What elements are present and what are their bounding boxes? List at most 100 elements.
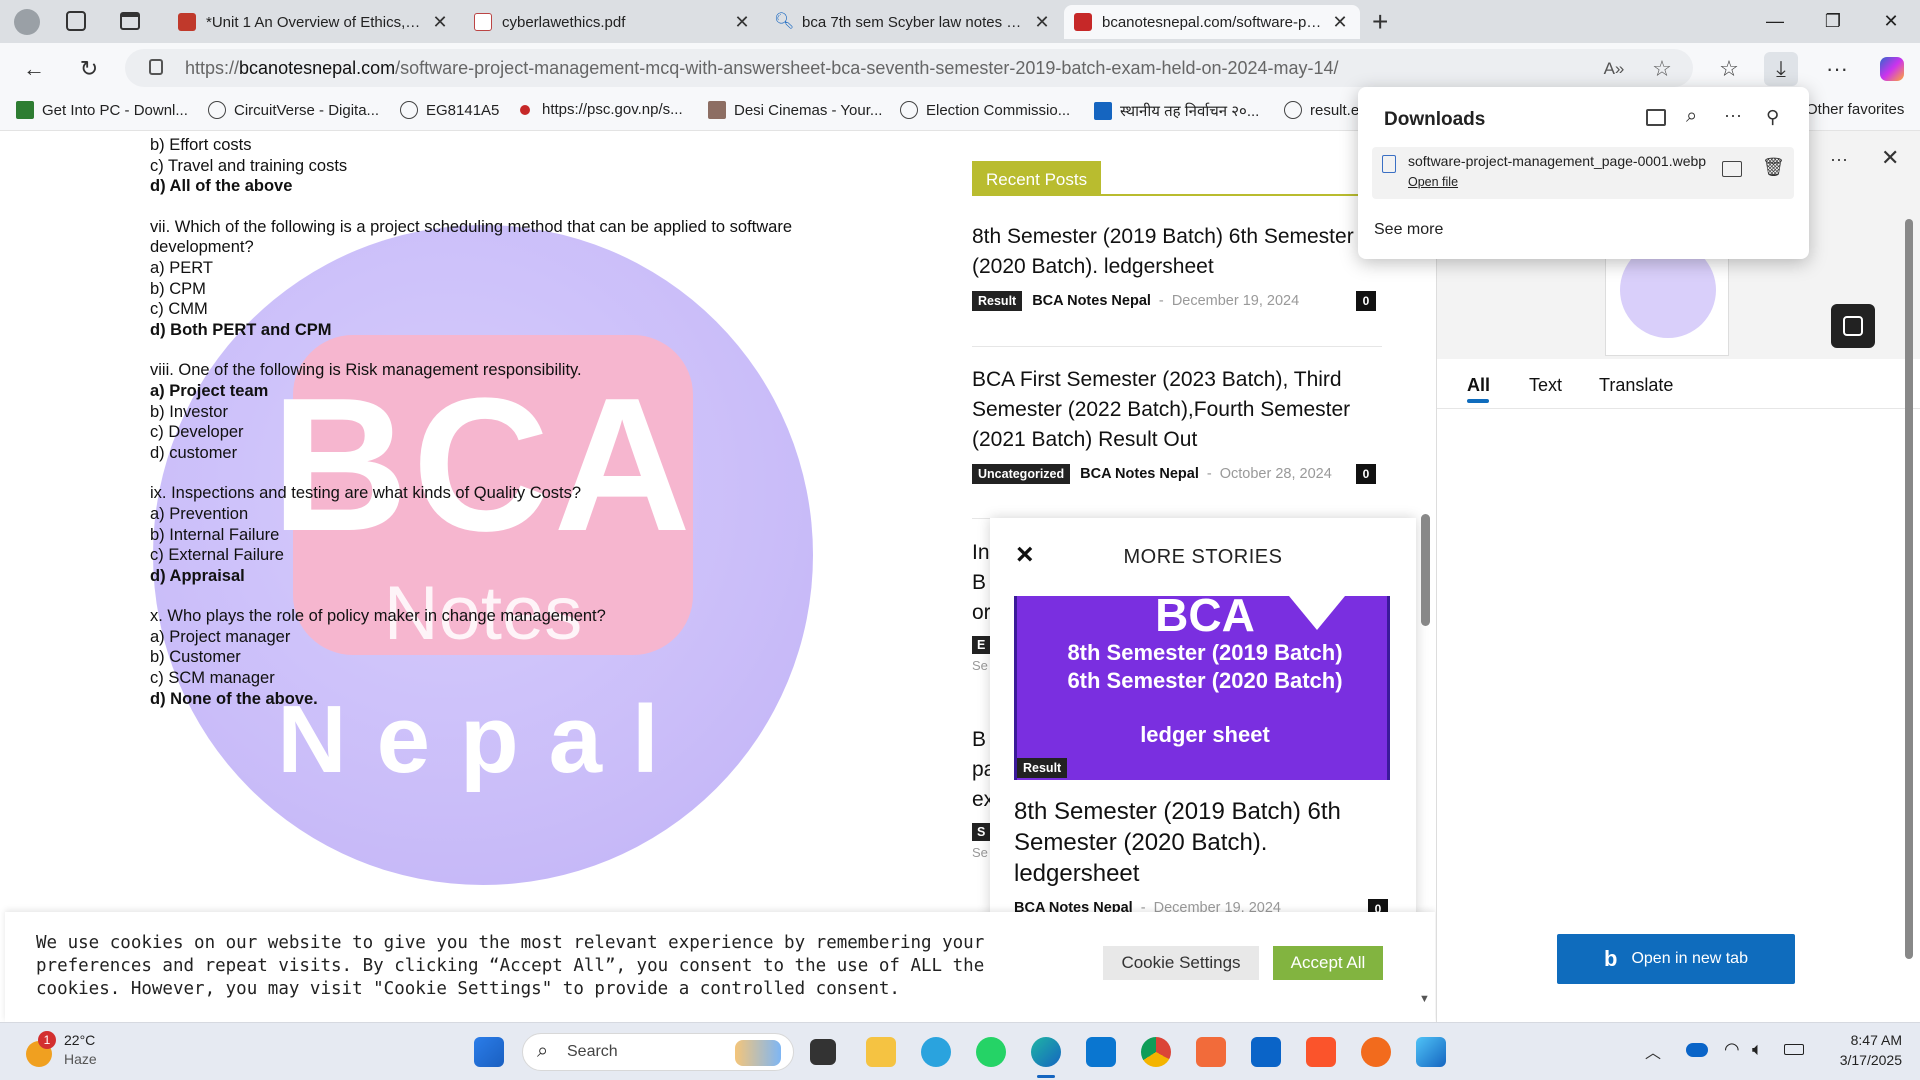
delete-icon[interactable]: 🗑︎ xyxy=(1762,157,1785,178)
file-explorer-icon[interactable] xyxy=(866,1037,896,1067)
story-thumbnail[interactable]: BCA 8th Semester (2019 Batch) 6th Semest… xyxy=(1014,596,1390,780)
show-in-folder-icon[interactable] xyxy=(1722,161,1742,177)
tab-bing-search[interactable]: 🔍︎ bca 7th sem Scyber law notes - Se ✕ xyxy=(764,5,1062,39)
close-tab-icon[interactable]: ✕ xyxy=(430,12,450,33)
refresh-button[interactable]: ↻ xyxy=(72,52,106,86)
favorite-nirvachan[interactable]: स्थानीय तह निर्वाचन २०... xyxy=(1094,101,1259,121)
close-tab-icon[interactable]: ✕ xyxy=(1032,12,1052,33)
see-more-link[interactable]: See more xyxy=(1374,221,1443,239)
back-button[interactable]: ← xyxy=(17,52,51,86)
outlook-icon[interactable] xyxy=(1251,1037,1281,1067)
close-tab-icon[interactable]: ✕ xyxy=(1330,12,1350,33)
category-badge[interactable]: Result xyxy=(1017,758,1068,778)
favorite-desicinemas[interactable]: Desi Cinemas - Your... xyxy=(708,101,882,119)
chevron-up-icon[interactable]: ︿ xyxy=(1645,1039,1661,1063)
clock-time[interactable]: 8:47 AM xyxy=(1826,1032,1902,1048)
globe-icon xyxy=(1284,101,1302,119)
pin-icon[interactable]: ⚲ xyxy=(1766,107,1779,128)
read-aloud-icon[interactable]: A» xyxy=(1597,52,1631,86)
download-item[interactable]: software-project-management_page-0001.we… xyxy=(1372,147,1794,199)
more-options-icon[interactable]: ··· xyxy=(1724,105,1742,126)
accept-all-button[interactable]: Accept All xyxy=(1273,946,1383,980)
minimize-button[interactable]: — xyxy=(1746,0,1804,43)
post-author[interactable]: BCA Notes Nepal xyxy=(1032,293,1151,309)
weather-widget[interactable]: 1 xyxy=(24,1031,56,1067)
search-highlight-icon xyxy=(735,1040,781,1066)
open-folder-icon[interactable] xyxy=(1646,109,1666,126)
battery-icon[interactable] xyxy=(1784,1044,1804,1055)
open-in-new-tab-button[interactable]: b Open in new tab xyxy=(1557,934,1795,984)
volume-icon[interactable]: 🔈︎ xyxy=(1752,1039,1763,1060)
favorite-psc[interactable]: https://psc.gov.np/s... xyxy=(520,101,683,118)
edge-icon[interactable] xyxy=(1031,1037,1061,1067)
close-panel-icon[interactable]: ✕ xyxy=(1881,145,1899,171)
clock-date[interactable]: 3/17/2025 xyxy=(1816,1052,1902,1068)
wifi-icon[interactable]: ◠ xyxy=(1724,1039,1740,1060)
category-badge[interactable]: E xyxy=(972,636,991,654)
tab-text[interactable]: Text xyxy=(1529,375,1562,396)
visual-search-icon[interactable] xyxy=(1831,304,1875,348)
weather-temp: 22°C xyxy=(64,1032,96,1048)
recent-post-1-title[interactable]: 8th Semester (2019 Batch) 6th Semester (… xyxy=(972,222,1392,282)
tab-unit1-ethics[interactable]: *Unit 1 An Overview of Ethics, Eth ✕ xyxy=(168,5,460,39)
scrollbar-thumb[interactable] xyxy=(1905,219,1913,959)
downloads-icon[interactable]: ⤓ xyxy=(1764,52,1798,86)
start-icon[interactable] xyxy=(474,1037,504,1067)
recent-post-2-title[interactable]: BCA First Semester (2023 Batch), Third S… xyxy=(972,365,1392,455)
cookie-settings-button[interactable]: Cookie Settings xyxy=(1103,946,1259,980)
tab-translate[interactable]: Translate xyxy=(1599,375,1673,396)
favorites-icon[interactable]: ☆ xyxy=(1712,52,1746,86)
recent-post-3-partial[interactable]: In B or xyxy=(972,538,991,628)
favorite-star-icon[interactable]: ☆ xyxy=(1645,52,1679,86)
page-scrollbar[interactable]: ▼ xyxy=(1418,131,1432,1011)
post-date: - December 19, 2024 xyxy=(1158,293,1300,309)
copilot-icon[interactable] xyxy=(1875,52,1909,86)
restore-button[interactable]: ❐ xyxy=(1804,0,1862,43)
close-window-button[interactable]: ✕ xyxy=(1862,0,1920,43)
address-bar[interactable]: https://bcanotesnepal.com/software-proje… xyxy=(125,49,1693,87)
new-tab-button[interactable]: + xyxy=(1372,6,1388,38)
profile-avatar[interactable] xyxy=(14,9,40,35)
tab-all[interactable]: All xyxy=(1467,375,1490,396)
site-icon xyxy=(708,101,726,119)
tab-actions-icon[interactable] xyxy=(120,12,140,30)
vscode-icon[interactable] xyxy=(1086,1037,1116,1067)
whatsapp-icon[interactable] xyxy=(976,1037,1006,1067)
brave-icon[interactable] xyxy=(1306,1037,1336,1067)
favorite-getintopc[interactable]: Get Into PC - Downl... xyxy=(16,101,188,119)
open-file-link[interactable]: Open file xyxy=(1408,175,1458,189)
close-tab-icon[interactable]: ✕ xyxy=(732,12,752,33)
favorite-eg8141a5[interactable]: EG8141A5 xyxy=(400,101,499,119)
tab-bcanotesnepal[interactable]: bcanotesnepal.com/software-proj ✕ xyxy=(1064,5,1360,39)
xampp-icon[interactable] xyxy=(1196,1037,1226,1067)
taskbar-search[interactable]: ⌕ Search xyxy=(522,1033,794,1071)
comment-count[interactable]: 0 xyxy=(1356,291,1376,311)
settings-more-icon[interactable]: ··· xyxy=(1820,52,1854,86)
scroll-down-arrow-icon[interactable]: ▼ xyxy=(1419,993,1430,1005)
task-view-icon[interactable] xyxy=(810,1039,836,1065)
comment-count[interactable]: 0 xyxy=(1356,464,1376,484)
favorite-result[interactable]: result.e xyxy=(1284,101,1359,119)
category-badge[interactable]: S xyxy=(972,823,991,841)
panel-scrollbar[interactable] xyxy=(1903,201,1915,1009)
scrollbar-thumb[interactable] xyxy=(1421,514,1430,626)
post-author[interactable]: BCA Notes Nepal xyxy=(1080,466,1199,482)
lock-icon[interactable] xyxy=(149,59,163,75)
favorite-circuitverse[interactable]: CircuitVerse - Digita... xyxy=(208,101,379,119)
tab-cyberlawethics[interactable]: cyberlawethics.pdf ✕ xyxy=(464,5,762,39)
sublime-icon[interactable] xyxy=(1361,1037,1391,1067)
onedrive-icon[interactable] xyxy=(1686,1043,1708,1057)
telegram-icon[interactable] xyxy=(921,1037,951,1067)
favorite-election[interactable]: Election Commissio... xyxy=(900,101,1070,119)
category-badge[interactable]: Uncategorized xyxy=(972,464,1071,484)
search-icon[interactable]: ⌕ xyxy=(1686,105,1697,128)
panel-menu-icon[interactable]: ··· xyxy=(1830,149,1848,170)
other-favorites[interactable]: Other favorites xyxy=(1806,101,1904,118)
workspaces-icon[interactable] xyxy=(66,11,86,31)
chrome-icon[interactable] xyxy=(1141,1037,1171,1067)
title-bar: *Unit 1 An Overview of Ethics, Eth ✕ cyb… xyxy=(0,0,1920,43)
category-badge[interactable]: Result xyxy=(972,291,1023,311)
story-title[interactable]: 8th Semester (2019 Batch) 6th Semester (… xyxy=(1014,796,1394,889)
cookie-banner: We use cookies on our website to give yo… xyxy=(5,912,1435,1022)
photos-icon[interactable] xyxy=(1416,1037,1446,1067)
